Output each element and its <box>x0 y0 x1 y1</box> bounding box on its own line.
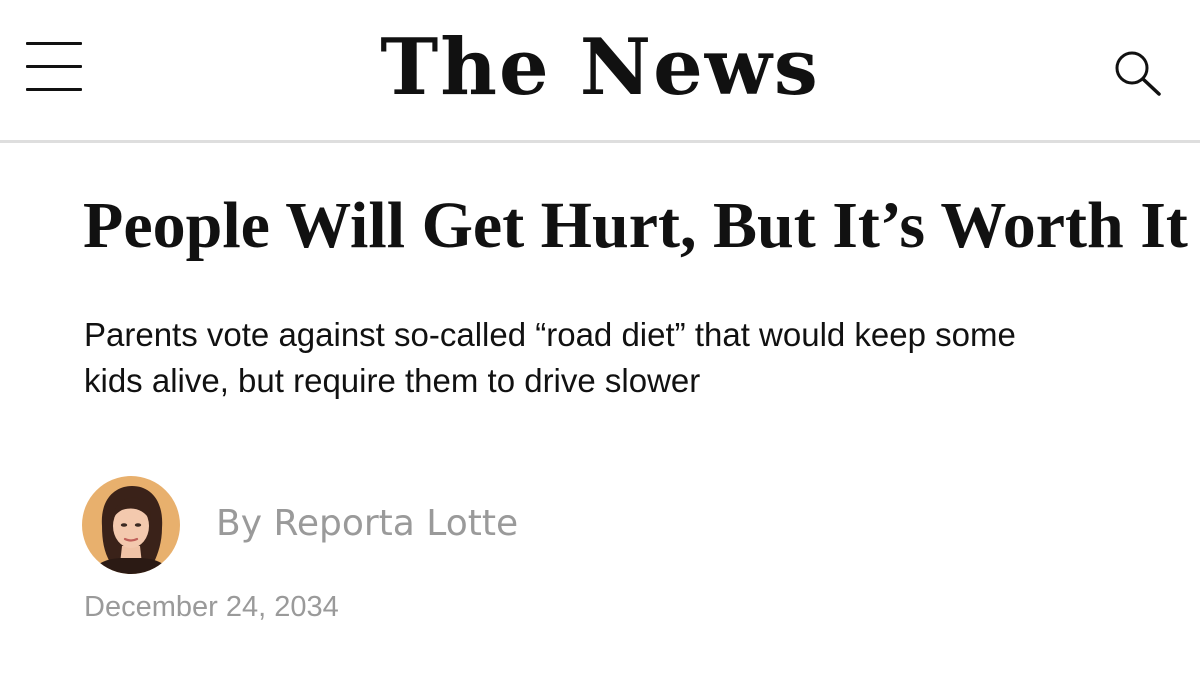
site-logo[interactable]: The News <box>0 20 1200 116</box>
site-header: The News <box>0 0 1200 143</box>
author-name[interactable]: By Reporta Lotte <box>216 500 518 548</box>
article-headline: People Will Get Hurt, But It’s Worth It <box>83 189 1188 262</box>
article-subheadline: Parents vote against so-called “road die… <box>84 316 1016 399</box>
author-avatar[interactable] <box>82 476 180 574</box>
publish-date: December 24, 2034 <box>84 591 339 623</box>
search-icon[interactable] <box>1112 48 1168 98</box>
